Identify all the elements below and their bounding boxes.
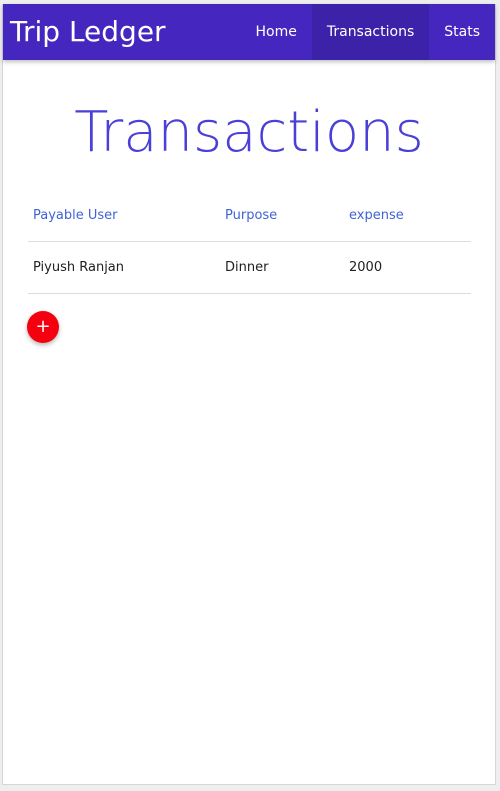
- nav-item-home[interactable]: Home: [241, 4, 312, 60]
- add-transaction-button[interactable]: +: [27, 311, 59, 343]
- nav-item-stats[interactable]: Stats: [429, 4, 495, 60]
- cell-expense: 2000: [349, 259, 383, 275]
- cell-payable-user: Piyush Ranjan: [33, 259, 125, 275]
- nav-links: Home Transactions Stats: [241, 4, 495, 60]
- column-header-purpose: Purpose: [225, 207, 278, 223]
- brand-logo[interactable]: Trip Ledger: [10, 4, 166, 60]
- page-title: Transactions: [74, 100, 424, 165]
- app-window: Trip Ledger Home Transactions Stats Tran…: [2, 4, 496, 785]
- cell-purpose: Dinner: [225, 259, 269, 275]
- nav-item-transactions[interactable]: Transactions: [311, 4, 430, 60]
- plus-icon: +: [35, 316, 51, 337]
- navbar: Trip Ledger Home Transactions Stats: [3, 4, 495, 60]
- table-header-row: Payable User Purpose expense: [28, 190, 471, 241]
- column-header-expense: expense: [349, 207, 404, 223]
- column-header-payable-user: Payable User: [33, 207, 118, 223]
- transactions-table: Payable User Purpose expense Piyush Ranj…: [28, 190, 471, 294]
- table-row: Piyush Ranjan Dinner 2000: [28, 241, 471, 293]
